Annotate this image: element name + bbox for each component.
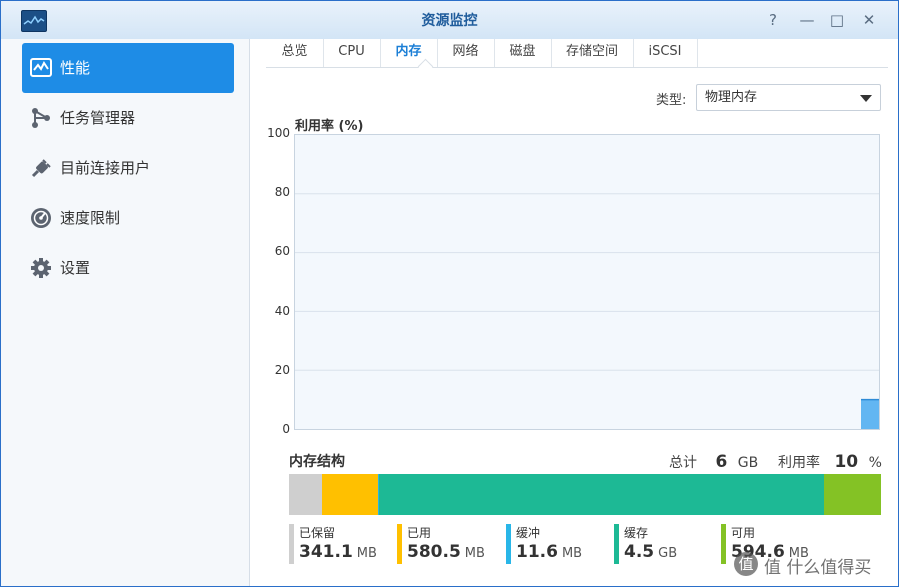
memory-type-select[interactable]: 物理内存 (696, 84, 881, 111)
performance-chart-icon (30, 57, 52, 79)
legend-swatch (397, 524, 402, 564)
tab-iscsi[interactable]: iSCSI (633, 39, 698, 67)
sidebar-item-label: 任务管理器 (60, 109, 136, 127)
chevron-down-icon[interactable] (860, 95, 872, 102)
sidebar-item-connected-users[interactable]: 目前连接用户 (22, 143, 234, 193)
y-tick-label: 20 (274, 362, 290, 377)
memory-segment-3 (379, 474, 824, 515)
y-tick-label: 100 (267, 126, 290, 140)
legend-value-line: 580.5 MB (407, 542, 485, 562)
tab-volume[interactable]: 存储空间 (551, 39, 634, 67)
y-tick-label: 0 (282, 422, 290, 436)
legend-name: 缓冲 (516, 526, 541, 540)
connected-users-plug-icon (30, 157, 52, 179)
sidebar-item-performance[interactable]: 性能 (22, 43, 234, 93)
legend-swatch (506, 524, 511, 564)
y-tick-label: 60 (274, 244, 290, 259)
sidebar-item-settings[interactable]: 设置 (22, 243, 234, 293)
y-tick-label: 80 (274, 185, 290, 200)
memory-type-value: 物理内存 (705, 90, 758, 105)
maximize-button[interactable]: □ (827, 10, 847, 30)
legend-swatch (614, 524, 619, 564)
sidebar-item-task-manager[interactable]: 任务管理器 (22, 93, 234, 143)
legend-swatch (721, 524, 726, 564)
watermark: 值 值 什么值得买 (729, 546, 899, 586)
legend-swatch (289, 524, 294, 564)
usage-chart-svg (295, 193, 879, 429)
gear-icon (30, 257, 52, 279)
total-unit: GB (737, 455, 759, 471)
total-summary: 总计 6 GB (669, 452, 758, 472)
sidebar-item-label: 性能 (60, 59, 91, 77)
legend-value-line: 341.1 MB (299, 542, 377, 562)
sidebar-item-label: 速度限制 (60, 209, 121, 227)
legend-unit: MB (464, 546, 485, 561)
tab-cpu[interactable]: CPU (323, 39, 381, 67)
title-bar[interactable]: 资源监控 ? — □ ✕ (1, 1, 898, 40)
main-panel: 总览 CPU 内存 网络 磁盘 存储空间 iSCSI 类型: 物理内存 利用率 … (250, 39, 898, 586)
memory-segment-1 (322, 474, 378, 515)
watermark-logo-icon: 值 (734, 552, 758, 576)
sidebar-item-speed-limit[interactable]: 速度限制 (22, 193, 234, 243)
tab-bar: 总览 CPU 内存 网络 磁盘 存储空间 iSCSI (266, 39, 888, 75)
legend-value-line: 4.5 GB (624, 542, 677, 562)
sidebar-item-label: 设置 (60, 259, 91, 277)
memory-segment-0 (289, 474, 322, 515)
memory-segment-4 (824, 474, 881, 515)
legend-value-line: 11.6 MB (516, 542, 582, 562)
legend-name: 缓存 (624, 526, 649, 540)
help-button[interactable]: ? (763, 10, 783, 30)
chart-title: 利用率 (%) (295, 119, 364, 134)
legend-name: 已保留 (299, 526, 336, 540)
resource-monitor-window: 资源监控 ? — □ ✕ 性能 任务管理器 目前连接用户 速度限制 设置 总览 … (0, 0, 899, 587)
usage-label: 利用率 (778, 455, 820, 471)
legend-name: 可用 (731, 526, 756, 540)
task-manager-icon (30, 107, 52, 129)
legend-unit: GB (658, 546, 678, 561)
usage-summary: 利用率 10 % (778, 452, 882, 472)
total-label: 总计 (669, 455, 697, 471)
speed-limit-gauge-icon (30, 207, 52, 229)
type-label: 类型: (656, 93, 687, 108)
close-button[interactable]: ✕ (859, 10, 879, 30)
sidebar-item-label: 目前连接用户 (60, 159, 151, 177)
usage-chart (294, 134, 880, 430)
legend-value: 580.5 (407, 542, 461, 562)
legend-value: 341.1 (299, 542, 353, 562)
tab-network[interactable]: 网络 (437, 39, 495, 67)
usage-area (861, 399, 879, 429)
watermark-text: 值 什么值得买 (764, 558, 872, 578)
memory-structure-bar (289, 474, 881, 515)
legend-value: 11.6 (516, 542, 558, 562)
legend-unit: MB (356, 546, 377, 561)
y-tick-label: 40 (274, 303, 290, 318)
minimize-button[interactable]: — (797, 10, 817, 30)
usage-value: 10 (834, 452, 859, 472)
legend-name: 已用 (407, 526, 432, 540)
legend-unit: MB (561, 546, 583, 561)
tab-disk[interactable]: 磁盘 (494, 39, 552, 67)
tab-overview[interactable]: 总览 (266, 39, 324, 67)
total-value: 6 (715, 452, 728, 472)
legend-value: 4.5 (624, 542, 655, 562)
memory-structure-title: 内存结构 (289, 454, 345, 470)
sidebar: 性能 任务管理器 目前连接用户 速度限制 设置 (1, 39, 250, 586)
usage-unit: % (868, 455, 882, 471)
